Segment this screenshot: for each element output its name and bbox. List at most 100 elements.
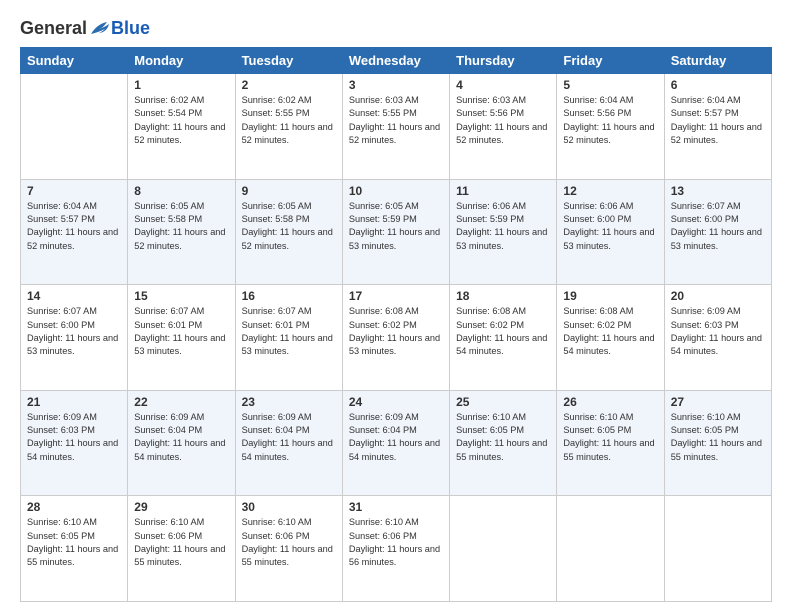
calendar-cell: 1 Sunrise: 6:02 AM Sunset: 5:54 PM Daylig…: [128, 74, 235, 180]
calendar-cell: 16 Sunrise: 6:07 AM Sunset: 6:01 PM Dayli…: [235, 285, 342, 391]
calendar-cell: 2 Sunrise: 6:02 AM Sunset: 5:55 PM Daylig…: [235, 74, 342, 180]
weekday-header: Monday: [128, 48, 235, 74]
day-info: Sunrise: 6:10 AM Sunset: 6:05 PM Dayligh…: [671, 411, 765, 464]
day-info: Sunrise: 6:10 AM Sunset: 6:05 PM Dayligh…: [563, 411, 657, 464]
day-number: 7: [27, 184, 121, 198]
day-number: 30: [242, 500, 336, 514]
day-info: Sunrise: 6:04 AM Sunset: 5:56 PM Dayligh…: [563, 94, 657, 147]
day-number: 9: [242, 184, 336, 198]
day-number: 27: [671, 395, 765, 409]
logo-bird-icon: [89, 20, 111, 38]
day-info: Sunrise: 6:09 AM Sunset: 6:03 PM Dayligh…: [27, 411, 121, 464]
calendar-cell: 23 Sunrise: 6:09 AM Sunset: 6:04 PM Dayli…: [235, 390, 342, 496]
calendar-cell: [664, 496, 771, 602]
calendar-week-row: 28 Sunrise: 6:10 AM Sunset: 6:05 PM Dayli…: [21, 496, 772, 602]
weekday-header: Wednesday: [342, 48, 449, 74]
day-info: Sunrise: 6:09 AM Sunset: 6:04 PM Dayligh…: [242, 411, 336, 464]
day-info: Sunrise: 6:09 AM Sunset: 6:04 PM Dayligh…: [134, 411, 228, 464]
day-info: Sunrise: 6:05 AM Sunset: 5:59 PM Dayligh…: [349, 200, 443, 253]
day-info: Sunrise: 6:09 AM Sunset: 6:04 PM Dayligh…: [349, 411, 443, 464]
day-number: 12: [563, 184, 657, 198]
logo-general-text: General: [20, 18, 87, 39]
calendar-cell: 19Sunrise: 6:08 AM Sunset: 6:02 PM Dayli…: [557, 285, 664, 391]
day-number: 2: [242, 78, 336, 92]
weekday-header: Saturday: [664, 48, 771, 74]
weekday-header: Sunday: [21, 48, 128, 74]
day-info: Sunrise: 6:07 AM Sunset: 6:01 PM Dayligh…: [134, 305, 228, 358]
calendar-cell: [21, 74, 128, 180]
calendar-cell: 6 Sunrise: 6:04 AM Sunset: 5:57 PM Daylig…: [664, 74, 771, 180]
day-info: Sunrise: 6:09 AM Sunset: 6:03 PM Dayligh…: [671, 305, 765, 358]
day-info: Sunrise: 6:10 AM Sunset: 6:05 PM Dayligh…: [456, 411, 550, 464]
day-number: 28: [27, 500, 121, 514]
day-number: 23: [242, 395, 336, 409]
day-info: Sunrise: 6:03 AM Sunset: 5:56 PM Dayligh…: [456, 94, 550, 147]
day-info: Sunrise: 6:07 AM Sunset: 6:00 PM Dayligh…: [27, 305, 121, 358]
day-number: 13: [671, 184, 765, 198]
header: General Blue: [20, 18, 772, 39]
calendar-cell: 8 Sunrise: 6:05 AM Sunset: 5:58 PM Daylig…: [128, 179, 235, 285]
calendar-cell: 17Sunrise: 6:08 AM Sunset: 6:02 PM Dayli…: [342, 285, 449, 391]
day-number: 29: [134, 500, 228, 514]
page: General Blue SundayMondayTuesdayWednesda…: [0, 0, 792, 612]
calendar-cell: 20Sunrise: 6:09 AM Sunset: 6:03 PM Dayli…: [664, 285, 771, 391]
day-info: Sunrise: 6:04 AM Sunset: 5:57 PM Dayligh…: [27, 200, 121, 253]
day-number: 10: [349, 184, 443, 198]
calendar-cell: 4 Sunrise: 6:03 AM Sunset: 5:56 PM Daylig…: [450, 74, 557, 180]
day-number: 18: [456, 289, 550, 303]
day-number: 21: [27, 395, 121, 409]
logo-blue-text: Blue: [111, 18, 150, 39]
calendar-cell: 30Sunrise: 6:10 AM Sunset: 6:06 PM Dayli…: [235, 496, 342, 602]
day-info: Sunrise: 6:08 AM Sunset: 6:02 PM Dayligh…: [456, 305, 550, 358]
calendar-cell: 14 Sunrise: 6:07 AM Sunset: 6:00 PM Dayli…: [21, 285, 128, 391]
day-number: 15: [134, 289, 228, 303]
day-number: 26: [563, 395, 657, 409]
day-info: Sunrise: 6:02 AM Sunset: 5:55 PM Dayligh…: [242, 94, 336, 147]
day-info: Sunrise: 6:03 AM Sunset: 5:55 PM Dayligh…: [349, 94, 443, 147]
weekday-header: Tuesday: [235, 48, 342, 74]
day-info: Sunrise: 6:10 AM Sunset: 6:06 PM Dayligh…: [349, 516, 443, 569]
day-info: Sunrise: 6:10 AM Sunset: 6:05 PM Dayligh…: [27, 516, 121, 569]
day-number: 25: [456, 395, 550, 409]
calendar-cell: 24Sunrise: 6:09 AM Sunset: 6:04 PM Dayli…: [342, 390, 449, 496]
day-info: Sunrise: 6:02 AM Sunset: 5:54 PM Dayligh…: [134, 94, 228, 147]
day-number: 3: [349, 78, 443, 92]
day-number: 8: [134, 184, 228, 198]
calendar-week-row: 7 Sunrise: 6:04 AM Sunset: 5:57 PM Daylig…: [21, 179, 772, 285]
calendar-cell: 21 Sunrise: 6:09 AM Sunset: 6:03 PM Dayli…: [21, 390, 128, 496]
calendar-cell: 31Sunrise: 6:10 AM Sunset: 6:06 PM Dayli…: [342, 496, 449, 602]
calendar-cell: 3 Sunrise: 6:03 AM Sunset: 5:55 PM Daylig…: [342, 74, 449, 180]
calendar-cell: [450, 496, 557, 602]
calendar-cell: 25 Sunrise: 6:10 AM Sunset: 6:05 PM Dayli…: [450, 390, 557, 496]
calendar-week-row: 21 Sunrise: 6:09 AM Sunset: 6:03 PM Dayli…: [21, 390, 772, 496]
day-info: Sunrise: 6:07 AM Sunset: 6:01 PM Dayligh…: [242, 305, 336, 358]
day-number: 16: [242, 289, 336, 303]
logo: General Blue: [20, 18, 150, 39]
day-number: 19: [563, 289, 657, 303]
weekday-header-row: SundayMondayTuesdayWednesdayThursdayFrid…: [21, 48, 772, 74]
calendar-cell: 5Sunrise: 6:04 AM Sunset: 5:56 PM Daylig…: [557, 74, 664, 180]
day-number: 14: [27, 289, 121, 303]
calendar-cell: 22 Sunrise: 6:09 AM Sunset: 6:04 PM Dayli…: [128, 390, 235, 496]
weekday-header: Thursday: [450, 48, 557, 74]
calendar-table: SundayMondayTuesdayWednesdayThursdayFrid…: [20, 47, 772, 602]
calendar-cell: 28 Sunrise: 6:10 AM Sunset: 6:05 PM Dayli…: [21, 496, 128, 602]
day-number: 22: [134, 395, 228, 409]
day-number: 4: [456, 78, 550, 92]
calendar-cell: 10 Sunrise: 6:05 AM Sunset: 5:59 PM Dayli…: [342, 179, 449, 285]
weekday-header: Friday: [557, 48, 664, 74]
calendar-week-row: 14 Sunrise: 6:07 AM Sunset: 6:00 PM Dayli…: [21, 285, 772, 391]
day-info: Sunrise: 6:06 AM Sunset: 6:00 PM Dayligh…: [563, 200, 657, 253]
calendar-cell: 12 Sunrise: 6:06 AM Sunset: 6:00 PM Dayli…: [557, 179, 664, 285]
day-number: 1: [134, 78, 228, 92]
day-info: Sunrise: 6:10 AM Sunset: 6:06 PM Dayligh…: [134, 516, 228, 569]
day-info: Sunrise: 6:07 AM Sunset: 6:00 PM Dayligh…: [671, 200, 765, 253]
day-info: Sunrise: 6:04 AM Sunset: 5:57 PM Dayligh…: [671, 94, 765, 147]
day-number: 6: [671, 78, 765, 92]
day-info: Sunrise: 6:08 AM Sunset: 6:02 PM Dayligh…: [349, 305, 443, 358]
day-info: Sunrise: 6:06 AM Sunset: 5:59 PM Dayligh…: [456, 200, 550, 253]
calendar-week-row: 1 Sunrise: 6:02 AM Sunset: 5:54 PM Daylig…: [21, 74, 772, 180]
calendar-cell: 29 Sunrise: 6:10 AM Sunset: 6:06 PM Dayli…: [128, 496, 235, 602]
calendar-cell: [557, 496, 664, 602]
day-info: Sunrise: 6:05 AM Sunset: 5:58 PM Dayligh…: [134, 200, 228, 253]
